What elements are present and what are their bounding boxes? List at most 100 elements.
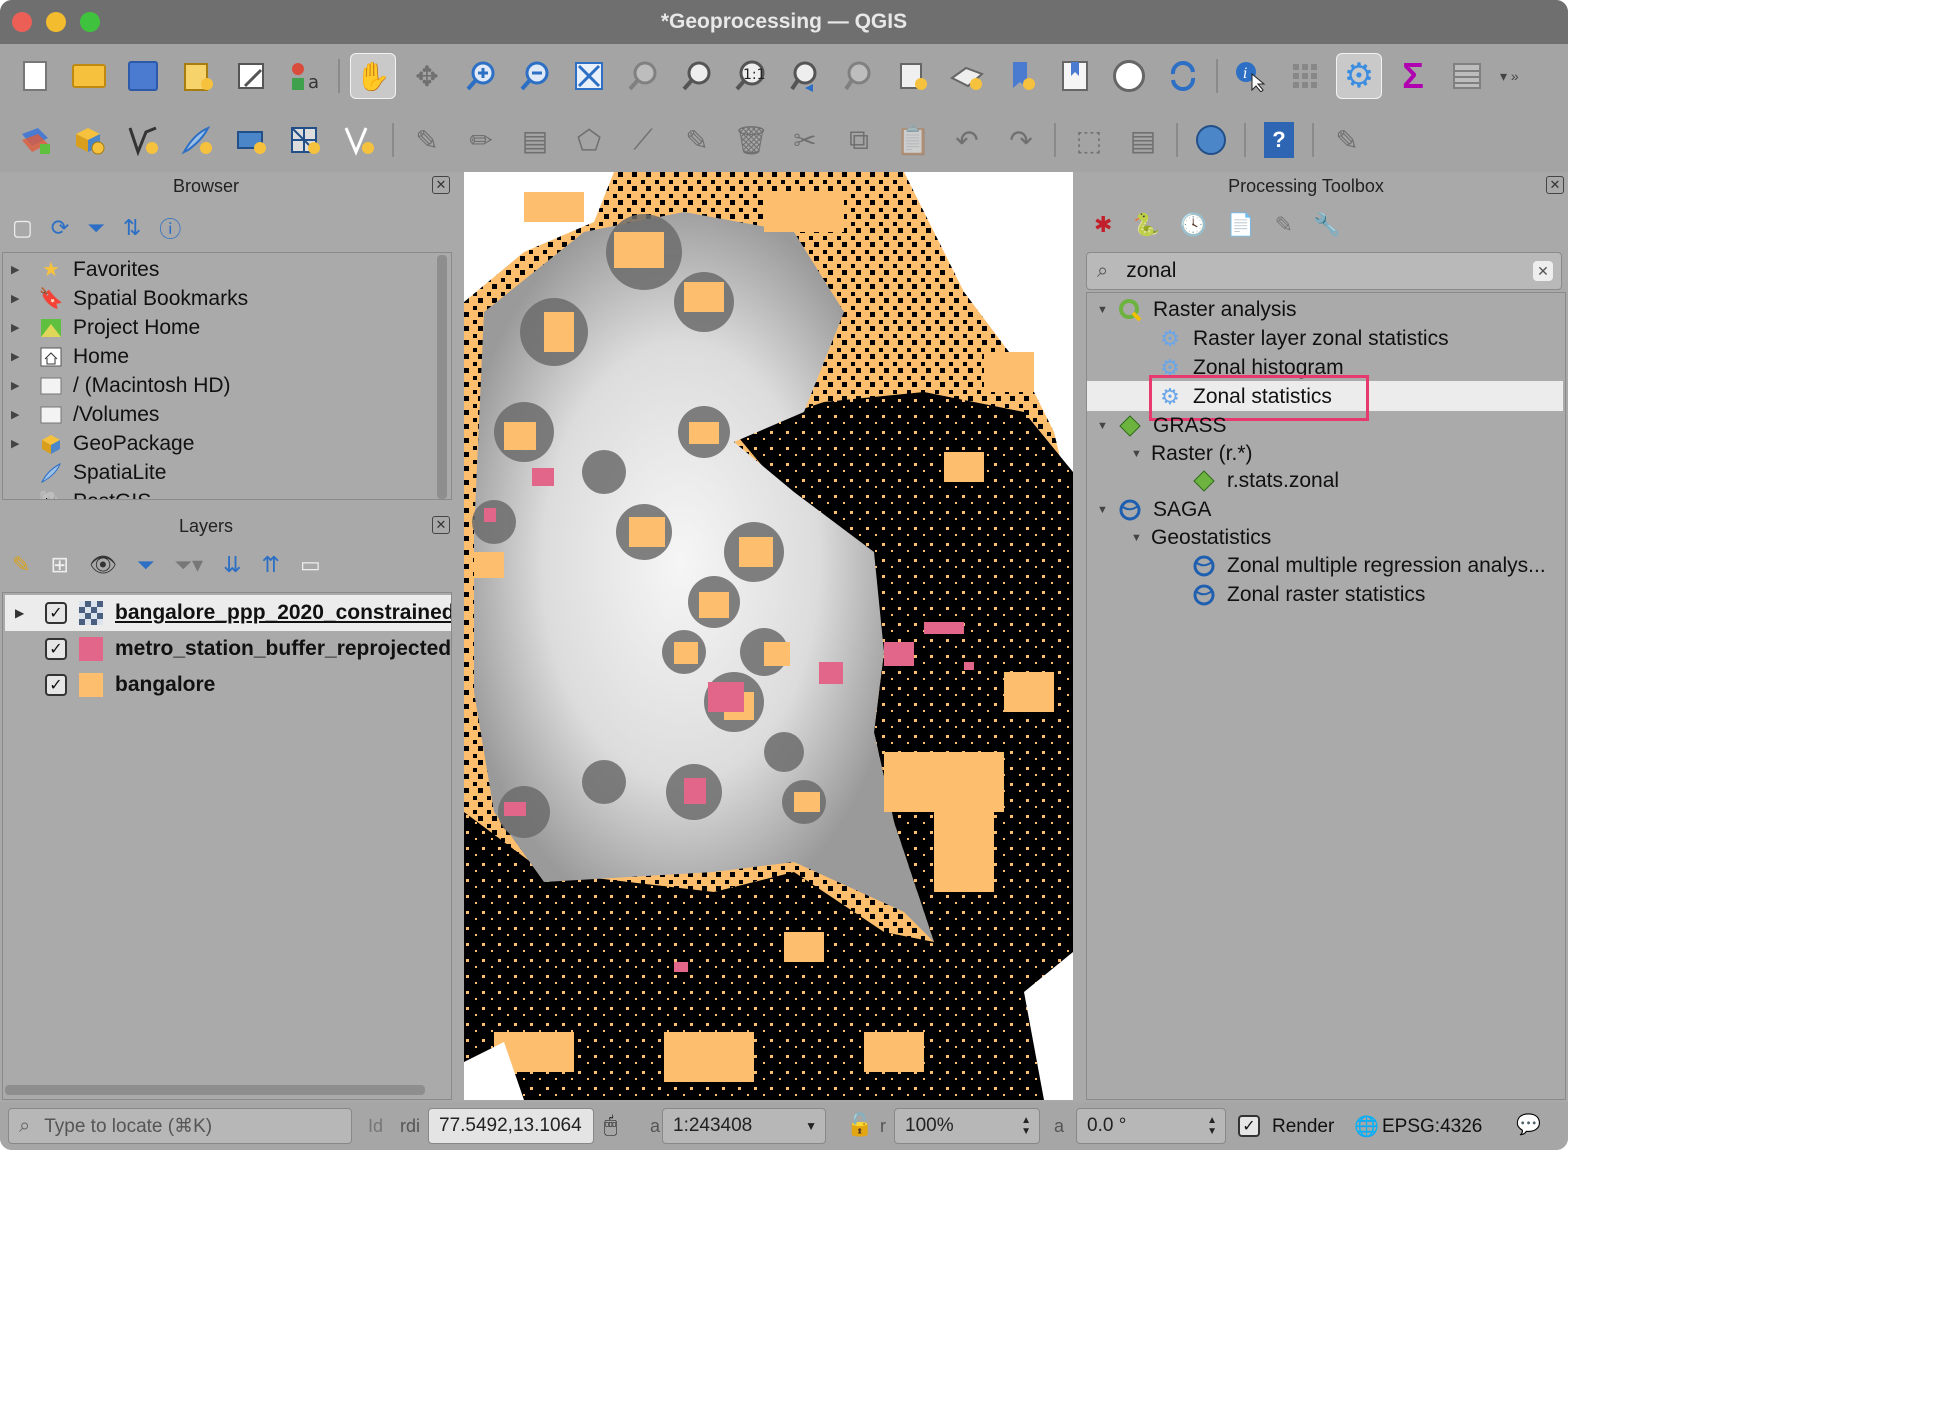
delete-selected-icon[interactable]: 🗑	[728, 117, 774, 163]
copy-features-icon[interactable]: ⧉	[836, 117, 882, 163]
history-icon[interactable]: 🕓	[1180, 212, 1207, 238]
edit-features-in-place-icon[interactable]: ✎	[1275, 212, 1293, 238]
add-selected-layers-icon[interactable]: ▢	[12, 215, 33, 241]
help-contents-icon[interactable]: ?	[1256, 117, 1302, 163]
new-bookmark-icon[interactable]	[998, 53, 1044, 99]
add-group-icon[interactable]: ⊞	[50, 552, 68, 578]
coordinate-field[interactable]: 77.5492,13.1064	[428, 1108, 594, 1144]
browser-item-favorites[interactable]: ▶ ★ Favorites	[11, 255, 159, 284]
close-panel-icon[interactable]: ✕	[432, 176, 450, 194]
add-polygon-feature-icon[interactable]: ⬠	[566, 117, 612, 163]
locator-search-field[interactable]: ⌕ Type to locate (⌘K)	[8, 1108, 352, 1144]
remove-layer-icon[interactable]: ▭	[300, 552, 321, 578]
messages-icon[interactable]: 💬	[1516, 1112, 1541, 1137]
redo-icon[interactable]: ↷	[998, 117, 1044, 163]
add-wms-layer-icon[interactable]	[1188, 117, 1234, 163]
crs-label[interactable]: EPSG:4326	[1382, 1116, 1482, 1138]
identify-features-icon[interactable]: i	[1228, 53, 1274, 99]
results-viewer-icon[interactable]: 📄	[1227, 212, 1254, 238]
refresh-icon[interactable]: ⟳	[51, 215, 69, 241]
toolbox-item-r-stats-zonal[interactable]: r.stats.zonal	[1191, 466, 1339, 495]
lock-scale-icon[interactable]: 🔓	[846, 1112, 873, 1138]
layout-manager-icon[interactable]	[228, 53, 274, 99]
filter-legend-icon[interactable]: ⏷	[137, 552, 155, 578]
collapse-all-icon[interactable]: ⇈	[262, 552, 280, 578]
browser-item-postgis[interactable]: 🐘PostGIS	[11, 487, 152, 500]
expand-arrow-icon[interactable]: ▶	[15, 606, 24, 620]
new-geopackage-layer-icon[interactable]	[66, 117, 112, 163]
extents-toggle-icon[interactable]: 🖱	[604, 1112, 617, 1138]
layer-visibility-checkbox[interactable]: ✓	[45, 638, 67, 660]
paste-features-icon[interactable]: 📋	[890, 117, 936, 163]
digitize-with-segment-icon[interactable]: ⟋	[620, 117, 666, 163]
manage-visibility-icon[interactable]: 👁	[89, 552, 117, 578]
collapse-all-icon[interactable]: ⇅	[123, 215, 141, 241]
browser-item-volumes[interactable]: ▶/Volumes	[11, 400, 159, 429]
maximize-window-button[interactable]	[80, 12, 100, 32]
toggle-editing-icon[interactable]: ✏	[458, 117, 504, 163]
close-panel-icon[interactable]: ✕	[1546, 176, 1564, 194]
open-layer-styling-icon[interactable]: ✎	[12, 552, 30, 578]
toolbox-search-field[interactable]: ⌕ zonal ✕	[1086, 252, 1562, 290]
zoom-out-icon[interactable]	[512, 53, 558, 99]
open-project-icon[interactable]	[66, 53, 112, 99]
zoom-full-icon[interactable]	[566, 53, 612, 99]
expand-all-icon[interactable]: ⇊	[223, 552, 241, 578]
refresh-icon[interactable]	[1160, 53, 1206, 99]
current-edits-icon[interactable]: ✎	[404, 117, 450, 163]
layer-visibility-checkbox[interactable]: ✓	[45, 674, 67, 696]
cut-features-icon[interactable]: ✂	[782, 117, 828, 163]
zoom-native-icon[interactable]: 1:1	[728, 53, 774, 99]
python-scripts-icon[interactable]: 🐍	[1132, 212, 1159, 238]
toolbox-item-zonal-multiple-regression[interactable]: Zonal multiple regression analys...	[1191, 551, 1546, 580]
statistical-summary-icon[interactable]: Σ	[1390, 53, 1436, 99]
new-virtual-layer-icon[interactable]	[282, 117, 328, 163]
toolbox-group-saga[interactable]: ▼ SAGA	[1097, 495, 1211, 524]
browser-item-macintosh-hd[interactable]: ▶ / (Macintosh HD)	[11, 371, 231, 400]
magnifier-spinbox[interactable]: 100% ▲ ▼	[894, 1108, 1040, 1144]
new-3d-map-view-icon[interactable]	[944, 53, 990, 99]
options-icon[interactable]: 🔧	[1313, 212, 1340, 238]
toolbox-subgroup-geostatistics[interactable]: ▼ Geostatistics	[1131, 523, 1271, 552]
new-project-icon[interactable]	[12, 53, 58, 99]
select-features-icon[interactable]: ⬚	[1066, 117, 1112, 163]
info-icon[interactable]: ⓘ	[159, 212, 181, 244]
zoom-to-layer-icon[interactable]	[674, 53, 720, 99]
toolbar-overflow-icon[interactable]: ▾ »	[1500, 68, 1519, 85]
new-print-layout-icon[interactable]	[174, 53, 220, 99]
show-bookmarks-icon[interactable]	[1052, 53, 1098, 99]
layer-row-bangalore[interactable]: ✓ bangalore	[5, 667, 451, 703]
undo-icon[interactable]: ↶	[944, 117, 990, 163]
models-icon[interactable]: ✱	[1094, 212, 1112, 238]
new-spatialite-layer-icon[interactable]	[174, 117, 220, 163]
deselect-features-icon[interactable]: ▤	[1120, 117, 1166, 163]
crs-globe-icon[interactable]: 🌐	[1354, 1114, 1379, 1139]
browser-item-spatialite[interactable]: SpatiaLite	[11, 458, 166, 487]
browser-item-project-home[interactable]: ▶ Project Home	[11, 313, 200, 342]
annotation-tool-icon[interactable]: ✎	[1324, 117, 1370, 163]
temporal-controller-icon[interactable]	[1106, 53, 1152, 99]
save-layer-edits-icon[interactable]: ▤	[512, 117, 558, 163]
attribute-table-icon[interactable]	[1444, 53, 1490, 99]
toolbox-group-grass[interactable]: ▼ GRASS	[1097, 411, 1227, 440]
layers-horizontal-scrollbar[interactable]	[5, 1085, 425, 1095]
zoom-last-icon[interactable]	[782, 53, 828, 99]
layer-row-metro-station-buffer[interactable]: ✓ metro_station_buffer_reprojected	[5, 631, 451, 667]
toolbox-item-raster-layer-zonal-statistics[interactable]: ⚙ Raster layer zonal statistics	[1157, 324, 1448, 353]
zoom-next-icon[interactable]	[836, 53, 882, 99]
clear-search-icon[interactable]: ✕	[1533, 261, 1553, 281]
search-input[interactable]: zonal	[1126, 259, 1176, 283]
browser-scrollbar[interactable]	[437, 255, 447, 499]
layer-row-bangalore-ppp[interactable]: ▶ ✓ bangalore_ppp_2020_constrained	[5, 595, 451, 631]
rotation-spinbox[interactable]: 0.0 ° ▲ ▼	[1076, 1108, 1226, 1144]
browser-item-geopackage[interactable]: ▶ GeoPackage	[11, 429, 194, 458]
attributes-toolbar-icon[interactable]	[1282, 53, 1328, 99]
close-panel-icon[interactable]: ✕	[432, 516, 450, 534]
new-map-view-icon[interactable]	[890, 53, 936, 99]
map-canvas[interactable]	[464, 172, 1073, 1100]
processing-toolbox-icon[interactable]: ⚙	[1336, 53, 1382, 99]
save-project-icon[interactable]	[120, 53, 166, 99]
style-manager-icon[interactable]: a	[282, 53, 328, 99]
zoom-in-icon[interactable]	[458, 53, 504, 99]
toolbox-subgroup-raster[interactable]: ▼ Raster (r.*)	[1131, 439, 1253, 468]
